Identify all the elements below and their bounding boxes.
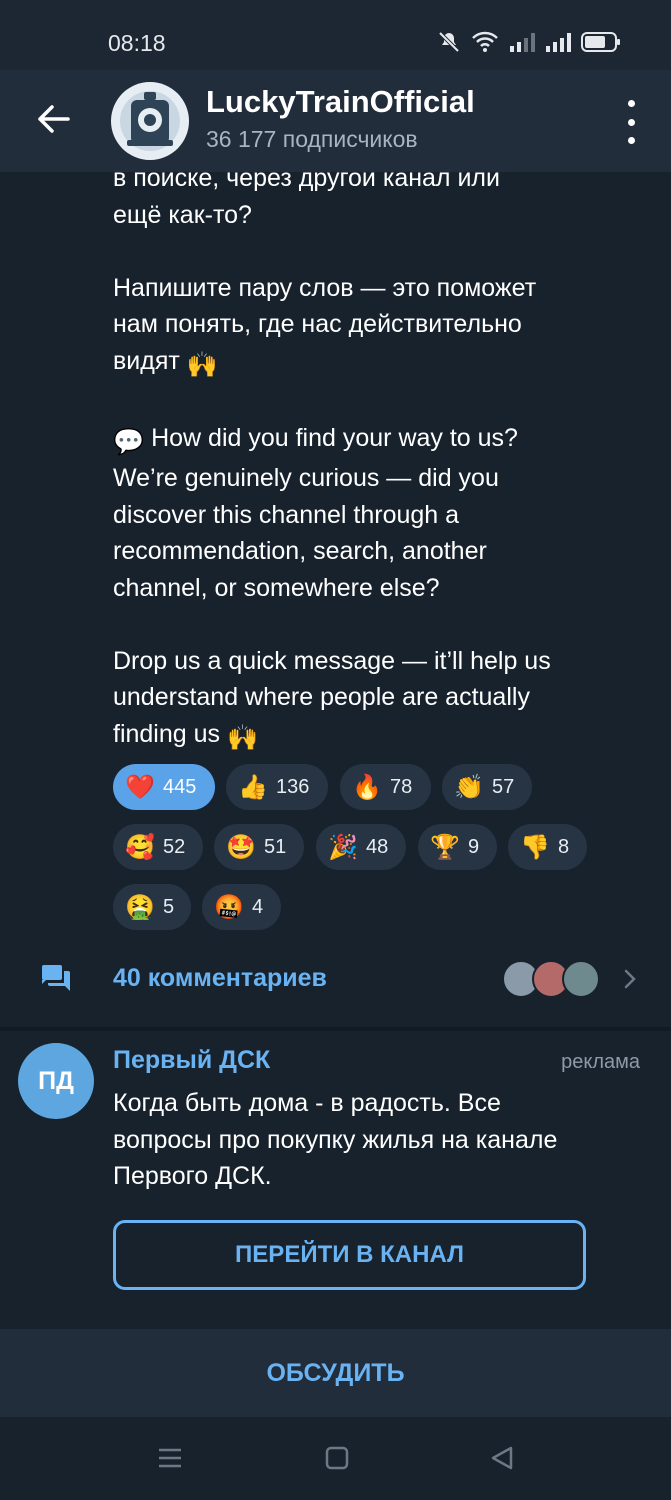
reaction-trophy[interactable]: 🏆 9 — [418, 824, 497, 870]
reaction-count: 4 — [252, 895, 264, 918]
reaction-count: 57 — [492, 775, 515, 798]
cursing-face-icon: 🤬 — [214, 893, 244, 921]
reaction-count: 5 — [163, 895, 175, 918]
comments-icon — [42, 965, 70, 991]
reaction-count: 9 — [468, 835, 480, 858]
message-line: ещё как-то? — [113, 200, 252, 229]
message-line: We’re genuinely curious — did you — [113, 464, 499, 492]
reaction-clap[interactable]: 👏 57 — [442, 764, 532, 810]
ad-text: Когда быть дома - в радость. Все вопросы… — [113, 1089, 558, 1190]
avatar — [562, 960, 600, 998]
reaction-vomit[interactable]: 🤮 5 — [113, 884, 191, 930]
thumbs-down-icon: 👎 — [520, 833, 550, 861]
message-line: understand where people are actually — [113, 683, 530, 711]
star-struck-icon: 🤩 — [226, 833, 256, 861]
reaction-count: 136 — [276, 775, 310, 798]
message-line: Drop us a quick message — it’ll help us — [113, 646, 551, 675]
kebab-dot — [627, 137, 635, 144]
discuss-button[interactable]: ОБСУДИТЬ — [0, 1329, 671, 1417]
reaction-count: 8 — [558, 835, 570, 858]
commenter-avatars — [502, 960, 602, 998]
signal-1-icon — [510, 33, 535, 52]
more-options-button[interactable] — [621, 100, 641, 144]
menu-icon[interactable] — [157, 1445, 183, 1471]
reaction-count: 78 — [390, 775, 413, 798]
wifi-icon — [472, 31, 498, 52]
comments-row[interactable]: 40 комментариев — [0, 950, 671, 1010]
message-line: Напишите пару слов — это поможет — [113, 273, 537, 302]
kebab-dot — [627, 100, 635, 107]
message-line: видят — [113, 346, 180, 375]
mute-icon — [438, 31, 460, 53]
system-navigation-bar — [0, 1417, 671, 1500]
battery-icon — [581, 32, 620, 52]
reaction-count: 51 — [264, 835, 287, 858]
heart-icon: ❤️ — [125, 773, 155, 801]
reaction-party[interactable]: 🎉 48 — [316, 824, 406, 870]
fire-icon: 🔥 — [352, 773, 382, 801]
status-time: 08:18 — [108, 30, 166, 56]
go-to-channel-button[interactable]: ПЕРЕЙТИ В КАНАЛ — [113, 1220, 586, 1290]
speech-balloon-icon: 💬 — [113, 427, 145, 456]
divider — [0, 1027, 671, 1031]
reaction-heart[interactable]: ❤️ 445 — [113, 764, 215, 810]
raising-hands-icon: 🙌 — [186, 350, 218, 379]
reaction-count: 445 — [163, 775, 197, 798]
reaction-thumbs-up[interactable]: 👍 136 — [226, 764, 328, 810]
reaction-star-struck[interactable]: 🤩 51 — [214, 824, 304, 870]
back-triangle-icon[interactable] — [489, 1445, 515, 1471]
reaction-hearts-face[interactable]: 🥰 52 — [113, 824, 203, 870]
ad-label: реклама — [561, 1051, 640, 1073]
ad-avatar[interactable]: ПД — [18, 1043, 94, 1119]
message-viewport: в поиске, через другой канал или ещё как… — [0, 172, 671, 772]
status-icons — [437, 30, 621, 54]
reaction-count: 52 — [163, 835, 186, 858]
party-popper-icon: 🎉 — [328, 833, 358, 861]
vomiting-face-icon: 🤮 — [125, 893, 155, 921]
message-line: finding us — [113, 719, 221, 748]
subscriber-count: 36 177 подписчиков — [206, 126, 418, 152]
message-line: How did you find your way to us? — [151, 423, 518, 452]
raising-hands-icon: 🙌 — [226, 723, 259, 752]
message-line: discover this channel through a — [113, 500, 460, 529]
chevron-right-icon — [624, 969, 636, 989]
message-text: в поиске, через другой канал или ещё как… — [113, 172, 613, 772]
reaction-count: 48 — [366, 835, 389, 858]
status-bar: 08:18 — [0, 0, 671, 70]
trophy-icon: 🏆 — [430, 833, 460, 861]
message-line: channel, or somewhere else? — [113, 573, 440, 602]
channel-title[interactable]: LuckyTrainOfficial — [206, 84, 475, 120]
message-line: recommendation, search, another — [113, 537, 487, 565]
channel-avatar[interactable] — [111, 82, 189, 160]
clapping-hands-icon: 👏 — [454, 773, 484, 801]
reaction-thumbs-down[interactable]: 👎 8 — [508, 824, 587, 870]
signal-2-icon — [546, 33, 571, 52]
chat-header: LuckyTrainOfficial 36 177 подписчиков — [0, 70, 671, 172]
back-button[interactable] — [30, 96, 76, 142]
arrow-left-icon — [38, 105, 70, 133]
reaction-cursing[interactable]: 🤬 4 — [202, 884, 281, 930]
smiling-face-with-hearts-icon: 🥰 — [125, 833, 155, 861]
train-logo-icon — [112, 83, 188, 159]
comments-count-label[interactable]: 40 комментариев — [113, 964, 327, 993]
home-square-icon[interactable] — [324, 1445, 350, 1471]
ad-channel-name[interactable]: Первый ДСК — [113, 1046, 270, 1075]
reaction-fire[interactable]: 🔥 78 — [340, 764, 431, 810]
kebab-dot — [627, 118, 635, 126]
thumbs-up-icon: 👍 — [238, 773, 268, 801]
message-line: нам понять, где нас действительно — [113, 310, 522, 338]
message-line: в поиске, через другой канал или — [113, 172, 500, 192]
